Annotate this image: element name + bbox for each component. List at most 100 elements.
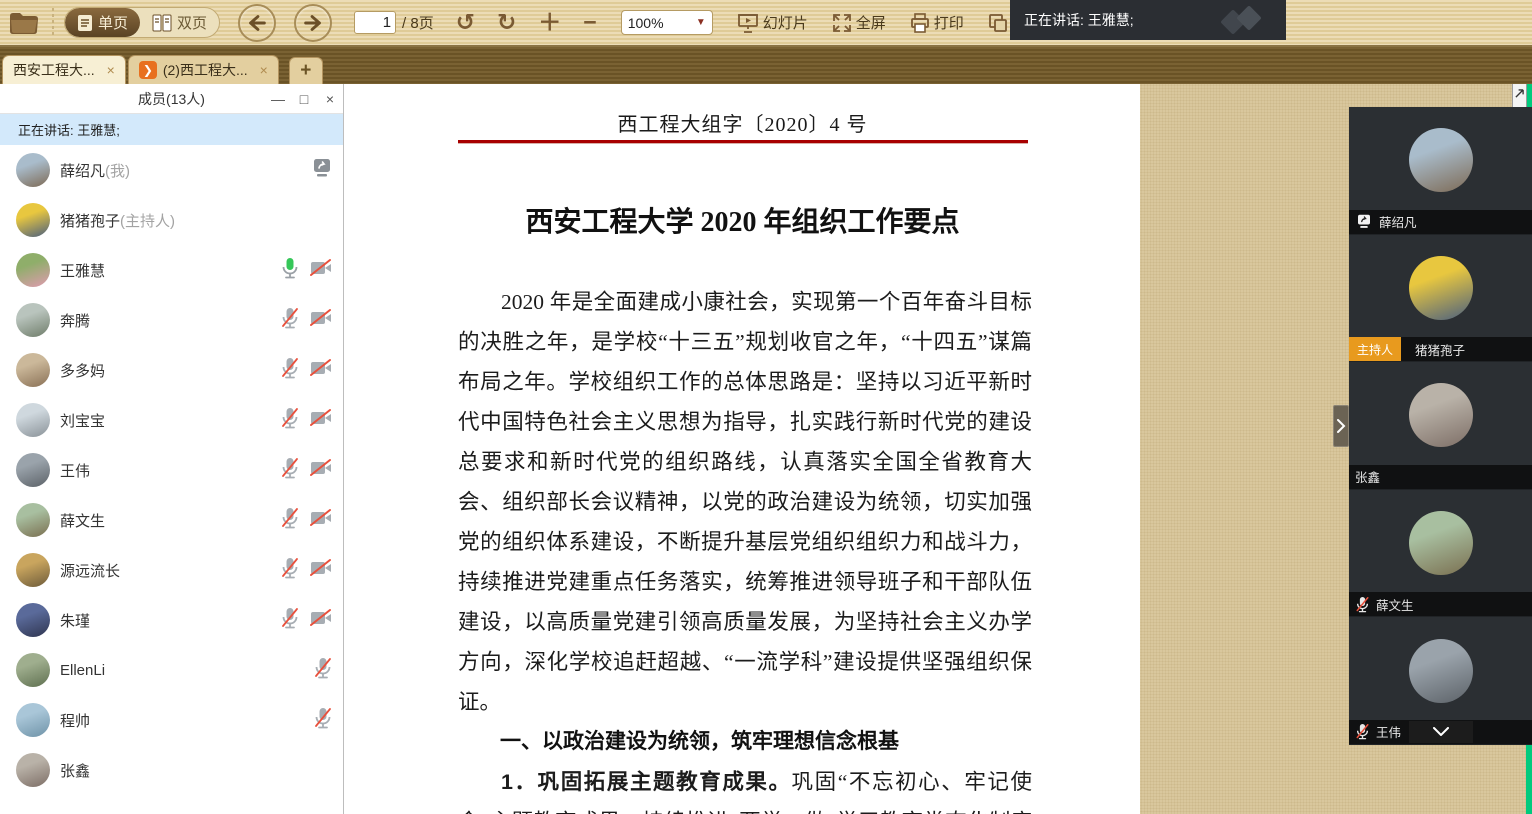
document-paragraph: 1．巩固拓展主题教育成果。巩固“不忘初心、牢记使命”主题教育成果，持续推进“两学… xyxy=(458,762,1032,814)
camera-off-icon[interactable] xyxy=(309,508,333,533)
zoom-level-select[interactable]: 100% ▼ xyxy=(621,10,713,35)
chevron-down-icon[interactable] xyxy=(1409,721,1473,743)
member-row[interactable]: 源远流长 xyxy=(0,545,343,595)
member-row[interactable]: 王伟 xyxy=(0,445,343,495)
open-folder-icon[interactable] xyxy=(8,10,40,36)
zoom-out-button[interactable]: − xyxy=(583,11,596,34)
mic-muted-icon[interactable] xyxy=(280,607,300,634)
mic-muted-icon[interactable] xyxy=(313,657,333,684)
member-row[interactable]: 薛绍凡(我) xyxy=(0,145,343,195)
member-name: 源远流长 xyxy=(60,560,120,581)
tab-document-2[interactable]: ❯ (2)西工程大... × xyxy=(128,55,279,84)
double-page-label: 双页 xyxy=(177,12,207,33)
speaking-status-bar: 正在讲话: 王雅慧; xyxy=(0,114,343,145)
document-number: 西工程大组字〔2020〕4 号 xyxy=(345,108,1140,137)
member-status-icons xyxy=(313,657,333,684)
next-page-button[interactable] xyxy=(294,4,332,42)
member-row[interactable]: 张鑫 xyxy=(0,745,343,795)
print-label: 打印 xyxy=(934,12,964,33)
members-panel: 成员(13人) — □ × 正在讲话: 王雅慧; 薛绍凡(我) xyxy=(0,84,344,814)
minimize-button[interactable]: — xyxy=(265,91,291,107)
video-tile[interactable]: 薛文生 xyxy=(1349,490,1532,618)
screen-share-icon xyxy=(311,158,333,183)
member-row[interactable]: 猪猪孢子(主持人) xyxy=(0,195,343,245)
member-name: 多多妈 xyxy=(60,360,105,381)
document-tab-bar: 西安工程大... × ❯ (2)西工程大... × + xyxy=(0,47,1532,84)
mic-muted-icon[interactable] xyxy=(280,407,300,434)
avatar xyxy=(1409,383,1473,447)
video-tile[interactable]: 主持人 猪猪孢子 xyxy=(1349,235,1532,363)
member-status-icons xyxy=(280,357,333,384)
double-page-button[interactable]: 双页 xyxy=(140,8,219,37)
video-panel-collapse-handle[interactable] xyxy=(1333,405,1349,447)
video-tile[interactable]: 王伟 xyxy=(1349,617,1532,745)
mic-muted-icon[interactable] xyxy=(280,357,300,384)
close-icon[interactable]: × xyxy=(260,62,268,78)
mic-on-icon[interactable] xyxy=(280,257,300,284)
member-row[interactable]: 朱瑾 xyxy=(0,595,343,645)
mic-muted-icon[interactable] xyxy=(280,557,300,584)
mic-muted-icon[interactable] xyxy=(280,507,300,534)
mic-muted-icon xyxy=(1355,596,1370,613)
video-tile[interactable]: 薛绍凡 xyxy=(1349,107,1532,235)
fullscreen-icon xyxy=(832,13,852,33)
zoom-in-button[interactable]: ＋ xyxy=(538,11,561,34)
member-row[interactable]: 刘宝宝 xyxy=(0,395,343,445)
member-status-icons xyxy=(280,607,333,634)
camera-off-icon[interactable] xyxy=(309,408,333,433)
avatar xyxy=(1409,128,1473,192)
document-paragraph: 2020 年是全面建成小康社会，实现第一个百年奋斗目标的决胜之年，是学校“十三五… xyxy=(458,282,1032,722)
slideshow-button[interactable]: 幻灯片 xyxy=(737,12,808,33)
document-viewer[interactable]: 西工程大组字〔2020〕4 号 西安工程大学 2020 年组织工作要点 2020… xyxy=(345,84,1140,814)
maximize-button[interactable]: □ xyxy=(291,91,317,107)
member-status-icons xyxy=(280,507,333,534)
mic-muted-icon[interactable] xyxy=(313,707,333,734)
mic-muted-icon xyxy=(1355,723,1370,740)
participant-name: 薛绍凡 xyxy=(1379,212,1417,231)
member-name: 刘宝宝 xyxy=(60,410,105,431)
single-page-button[interactable]: 单页 xyxy=(65,8,140,37)
member-row[interactable]: 奔腾 xyxy=(0,295,343,345)
member-name: 奔腾 xyxy=(60,310,90,331)
single-page-icon xyxy=(77,14,93,32)
member-name: 朱瑾 xyxy=(60,610,90,631)
previous-page-button[interactable] xyxy=(238,4,276,42)
avatar xyxy=(16,553,50,587)
tab-document-1[interactable]: 西安工程大... × xyxy=(2,55,126,84)
camera-off-icon[interactable] xyxy=(309,258,333,283)
new-tab-button[interactable]: + xyxy=(289,57,323,84)
single-page-label: 单页 xyxy=(98,12,128,33)
mic-muted-icon[interactable] xyxy=(280,457,300,484)
member-row[interactable]: 多多妈 xyxy=(0,345,343,395)
video-tile[interactable]: 张鑫 xyxy=(1349,362,1532,490)
member-name: 猪猪孢子(主持人) xyxy=(60,210,175,231)
undo-button[interactable]: ↺ xyxy=(456,11,475,34)
chevron-down-icon: ▼ xyxy=(696,17,706,28)
speaking-banner-text: 正在讲话: 王雅慧; xyxy=(1024,10,1220,30)
fullscreen-button[interactable]: 全屏 xyxy=(832,12,886,33)
member-status-icons xyxy=(280,557,333,584)
close-button[interactable]: × xyxy=(317,91,343,107)
screen-share-icon xyxy=(1355,214,1373,229)
document-paragraph-lead: 1．巩固拓展主题教育成果。 xyxy=(501,770,792,794)
camera-off-icon[interactable] xyxy=(309,458,333,483)
camera-off-icon[interactable] xyxy=(309,308,333,333)
page-number-input[interactable] xyxy=(354,11,396,34)
avatar xyxy=(16,703,50,737)
camera-off-icon[interactable] xyxy=(309,558,333,583)
member-row[interactable]: 薛文生 xyxy=(0,495,343,545)
tab-label: (2)西工程大... xyxy=(163,60,248,80)
double-page-icon xyxy=(152,14,172,32)
close-icon[interactable]: × xyxy=(107,62,115,78)
document-title: 西安工程大学 2020 年组织工作要点 xyxy=(345,200,1140,240)
print-button[interactable]: 打印 xyxy=(910,12,964,33)
camera-off-icon[interactable] xyxy=(309,608,333,633)
mic-muted-icon[interactable] xyxy=(280,307,300,334)
member-row[interactable]: 王雅慧 xyxy=(0,245,343,295)
member-row[interactable]: EllenLi xyxy=(0,645,343,695)
redo-button[interactable]: ↻ xyxy=(497,11,516,34)
camera-off-icon[interactable] xyxy=(309,358,333,383)
member-row[interactable]: 程帅 xyxy=(0,695,343,745)
avatar xyxy=(1409,511,1473,575)
print-icon xyxy=(910,13,930,33)
